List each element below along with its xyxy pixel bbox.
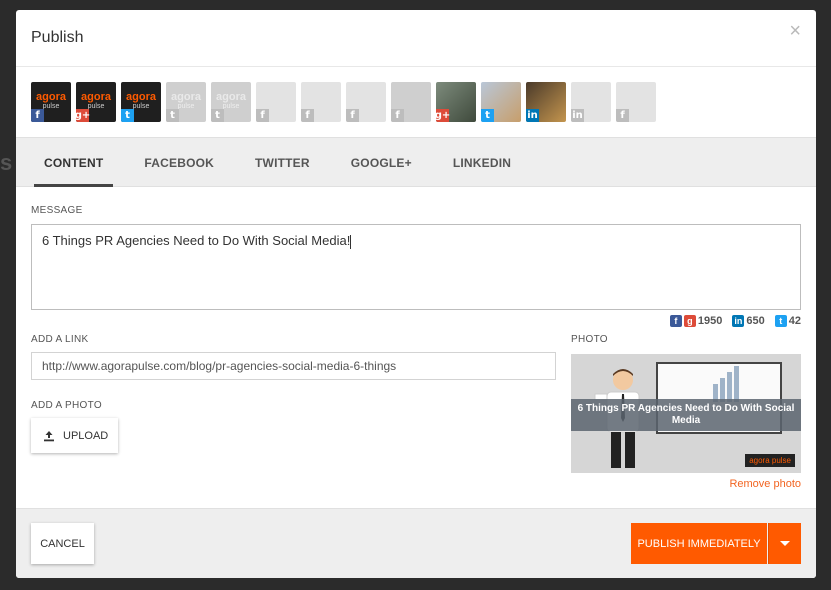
cancel-button[interactable]: CANCEL — [31, 523, 94, 564]
message-textarea[interactable]: 6 Things PR Agencies Need to Do With Soc… — [31, 224, 801, 310]
tab-content[interactable]: CONTENT — [34, 138, 114, 187]
facebook-icon: f — [256, 109, 269, 122]
facebook-icon: f — [346, 109, 359, 122]
profile-13[interactable]: f — [616, 82, 656, 122]
google-plus-icon: g — [683, 315, 696, 327]
counter-fb-gp-value: 1950 — [697, 315, 723, 327]
photo-label: PHOTO — [571, 334, 608, 345]
photo-caption: 6 Things PR Agencies Need to Do With Soc… — [571, 399, 801, 431]
profile-8[interactable]: f — [391, 82, 431, 122]
profile-7[interactable]: f — [346, 82, 386, 122]
publish-immediately-button[interactable]: PUBLISH IMMEDIATELY — [631, 523, 767, 564]
add-photo-label: ADD A PHOTO — [31, 400, 102, 411]
modal-header: Publish × — [16, 10, 816, 67]
link-input[interactable]: http://www.agorapulse.com/blog/pr-agenci… — [31, 352, 556, 380]
counter-linkedin-value: 650 — [746, 315, 765, 327]
message-text: 6 Things PR Agencies Need to Do With Soc… — [42, 233, 351, 248]
text-cursor — [350, 234, 352, 249]
profile-9[interactable]: g+ — [436, 82, 476, 122]
background-text: s — [0, 150, 13, 175]
photo-preview: 6 Things PR Agencies Need to Do With Soc… — [571, 354, 801, 473]
google-plus-icon: g+ — [436, 109, 451, 122]
facebook-icon: f — [391, 109, 404, 122]
message-label: MESSAGE — [31, 205, 83, 216]
chevron-down-icon — [780, 541, 790, 546]
tab-bar: CONTENT FACEBOOK TWITTER GOOGLE+ LINKEDIN — [16, 137, 816, 187]
facebook-icon: f — [301, 109, 314, 122]
profile-selector: agora pulse f agora pulse g+ agora pulse t agora p… — [16, 67, 816, 137]
remove-photo-link[interactable]: Remove photo — [729, 478, 801, 490]
google-plus-icon: g+ — [76, 109, 91, 122]
profile-1[interactable]: agora pulse g+ — [76, 82, 116, 122]
counter-twitter-value: 42 — [788, 315, 801, 327]
upload-button[interactable]: UPLOAD — [31, 418, 118, 453]
tab-google[interactable]: GOOGLE+ — [341, 138, 422, 187]
profile-12[interactable]: in — [571, 82, 611, 122]
profile-2[interactable]: agora pulse t — [121, 82, 161, 122]
tab-twitter[interactable]: TWITTER — [245, 138, 320, 187]
facebook-icon: f — [31, 109, 44, 122]
publish-options-dropdown[interactable] — [768, 523, 801, 564]
profile-11[interactable]: in — [526, 82, 566, 122]
modal-title: Publish — [31, 29, 84, 46]
profile-name: agora — [36, 91, 66, 103]
profile-6[interactable]: f — [301, 82, 341, 122]
facebook-icon: f — [669, 315, 682, 327]
profile-10[interactable]: t — [481, 82, 521, 122]
linkedin-icon: in — [526, 109, 539, 122]
photo-brand-logo: agora pulse — [745, 454, 795, 467]
linkedin-icon: in — [571, 109, 584, 122]
profile-name: agora — [171, 91, 201, 103]
counter-linkedin: in 650 — [732, 315, 765, 327]
tab-linkedin[interactable]: LINKEDIN — [443, 138, 521, 187]
upload-button-label: UPLOAD — [63, 429, 109, 442]
twitter-icon: t — [166, 109, 179, 122]
twitter-icon: t — [121, 109, 134, 122]
profile-name: agora — [126, 91, 156, 103]
profile-name: agora — [216, 91, 246, 103]
counter-facebook-google: f g 1950 — [669, 315, 723, 327]
profile-4[interactable]: agora pulse t — [211, 82, 251, 122]
tab-facebook[interactable]: FACEBOOK — [134, 138, 224, 187]
profile-0[interactable]: agora pulse f — [31, 82, 71, 122]
publish-modal: Publish × agora pulse f agora pulse g+ agora pu… — [16, 10, 816, 578]
upload-icon — [44, 430, 54, 441]
character-counters: f g 1950 in 650 t 42 — [669, 315, 801, 327]
modal-footer: CANCEL PUBLISH IMMEDIATELY — [16, 508, 816, 578]
profile-name: agora — [81, 91, 111, 103]
twitter-icon: t — [774, 315, 787, 327]
link-label: ADD A LINK — [31, 334, 89, 345]
facebook-icon: f — [616, 109, 629, 122]
profile-3[interactable]: agora pulse t — [166, 82, 206, 122]
counter-twitter: t 42 — [774, 315, 801, 327]
close-icon[interactable]: × — [789, 20, 801, 43]
twitter-icon: t — [481, 109, 494, 122]
twitter-icon: t — [211, 109, 224, 122]
linkedin-icon: in — [732, 315, 745, 327]
profile-5[interactable]: f — [256, 82, 296, 122]
